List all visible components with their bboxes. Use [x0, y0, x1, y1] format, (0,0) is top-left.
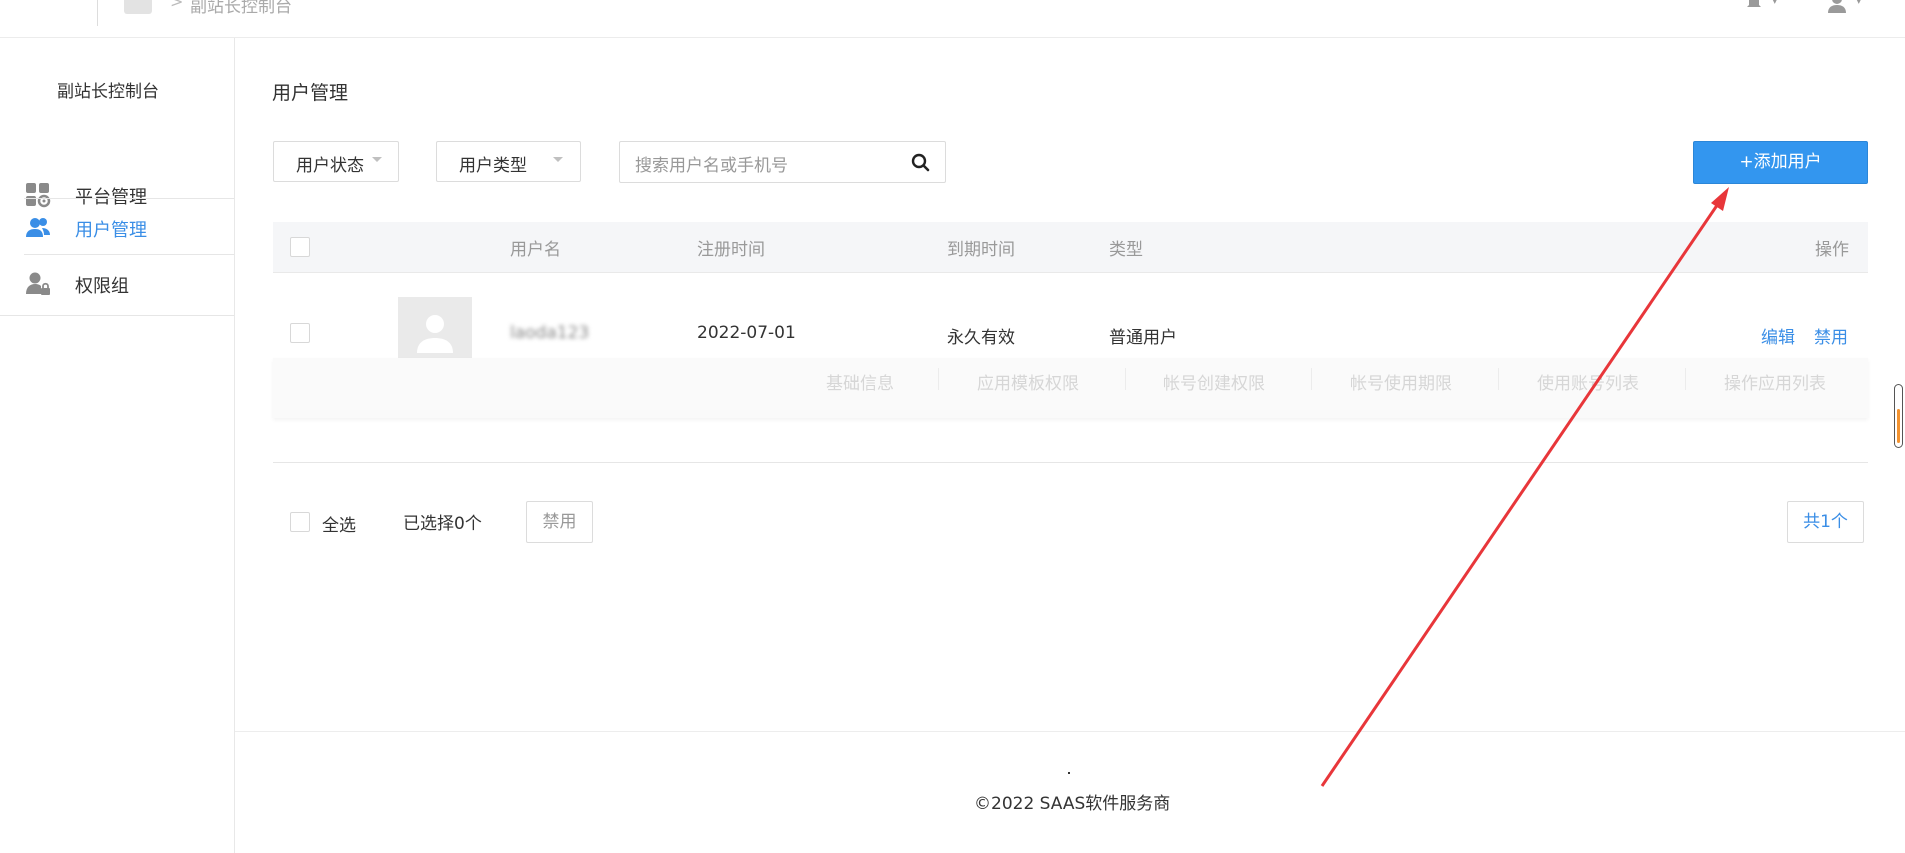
expiry-cell: 永久有效 — [947, 328, 1015, 348]
scrollbar-thumb[interactable] — [1894, 384, 1903, 448]
column-header-type: 类型 — [1109, 240, 1143, 260]
page-title: 用户管理 — [272, 82, 349, 104]
total-count-badge: 共1个 — [1787, 501, 1864, 543]
subtab-divider — [1125, 368, 1126, 390]
type-cell: 普通用户 — [1109, 328, 1177, 348]
default-avatar-icon — [417, 315, 453, 353]
sidebar-item-permission-group[interactable]: 权限组 — [24, 254, 234, 312]
search-icon[interactable] — [911, 153, 930, 172]
sidebar-item-label: 权限组 — [75, 276, 129, 297]
annotation-arrow — [1320, 187, 1729, 787]
select-all-checkbox[interactable] — [290, 512, 310, 532]
subtab-account-create-permission[interactable]: 帐号创建权限 — [1163, 369, 1265, 394]
page: > 副站长控制台 ▾ ▾ 副站长控制台 平台管理 用户管理 权限组 用户管理 用… — [0, 0, 1905, 853]
bulk-disable-button[interactable]: 禁用 — [526, 501, 593, 543]
user-status-select-label: 用户状态 — [296, 156, 364, 176]
chevron-down-icon[interactable]: ▾ — [1856, 0, 1862, 7]
select-all-header-checkbox[interactable] — [290, 237, 310, 257]
select-all-label[interactable]: 全选 — [322, 511, 356, 536]
table-row: laoda123 2022-07-01 永久有效 普通用户 编辑 禁用 基础信息… — [273, 272, 1868, 424]
top-bar: > 副站长控制台 ▾ ▾ — [0, 0, 1905, 38]
subtab-operated-apps[interactable]: 操作应用列表 — [1724, 369, 1826, 394]
disable-link[interactable]: 禁用 — [1814, 323, 1848, 348]
subtab-used-accounts[interactable]: 使用账号列表 — [1537, 369, 1639, 394]
user-status-select[interactable]: 用户状态 — [273, 141, 399, 182]
column-header-actions: 操作 — [1815, 240, 1849, 260]
user-lock-icon — [26, 272, 50, 295]
caret-down-icon — [372, 157, 382, 162]
sidebar: 副站长控制台 平台管理 用户管理 权限组 — [0, 38, 235, 853]
search-placeholder: 搜索用户名或手机号 — [635, 156, 788, 176]
caret-down-icon — [553, 157, 563, 162]
edit-link[interactable]: 编辑 — [1761, 323, 1795, 348]
sidebar-item-label: 用户管理 — [75, 220, 147, 241]
footer-divider — [235, 731, 1905, 732]
column-header-username: 用户名 — [510, 240, 561, 260]
topbar-divider — [97, 0, 98, 26]
registered-cell: 2022-07-01 — [697, 323, 796, 343]
column-header-expiry: 到期时间 — [947, 240, 1015, 260]
bell-icon[interactable] — [1745, 0, 1763, 12]
user-type-select-label: 用户类型 — [459, 156, 527, 176]
breadcrumb-separator: > — [170, 0, 184, 11]
column-header-registered: 注册时间 — [697, 240, 765, 260]
username-cell: laoda123 — [510, 323, 590, 343]
row-subtabs: 基础信息 应用模板权限 帐号创建权限 帐号使用期限 使用账号列表 操作应用列表 — [273, 358, 1868, 418]
table-bottom-divider — [273, 462, 1868, 463]
table-header: 用户名 注册时间 到期时间 类型 操作 — [273, 222, 1868, 273]
search-input[interactable]: 搜索用户名或手机号 — [619, 141, 946, 183]
user-icon[interactable] — [1826, 0, 1848, 14]
subtab-basic-info[interactable]: 基础信息 — [826, 369, 894, 394]
scrollbar-indicator — [1897, 409, 1900, 443]
subtab-divider — [938, 368, 939, 390]
subtab-account-usage-period[interactable]: 帐号使用期限 — [1350, 369, 1452, 394]
sidebar-divider — [0, 315, 234, 316]
subtab-divider — [1498, 368, 1499, 390]
subtab-template-permission[interactable]: 应用模板权限 — [977, 369, 1079, 394]
users-icon — [26, 218, 50, 237]
add-user-button[interactable]: +添加用户 — [1693, 141, 1868, 184]
home-icon[interactable] — [124, 0, 152, 14]
footer-copyright: ©2022 SAAS软件服务商 — [974, 794, 1171, 814]
sidebar-title: 副站长控制台 — [57, 82, 159, 102]
breadcrumb[interactable]: 副站长控制台 — [190, 0, 292, 17]
sidebar-item-users[interactable]: 用户管理 — [24, 198, 234, 256]
subtab-divider — [1685, 368, 1686, 390]
selected-count: 已选择0个 — [403, 514, 482, 534]
subtab-divider — [1311, 368, 1312, 390]
chevron-down-icon[interactable]: ▾ — [1772, 0, 1778, 7]
footer-dot — [1068, 772, 1070, 774]
user-type-select[interactable]: 用户类型 — [436, 141, 581, 182]
row-checkbox[interactable] — [290, 323, 310, 343]
